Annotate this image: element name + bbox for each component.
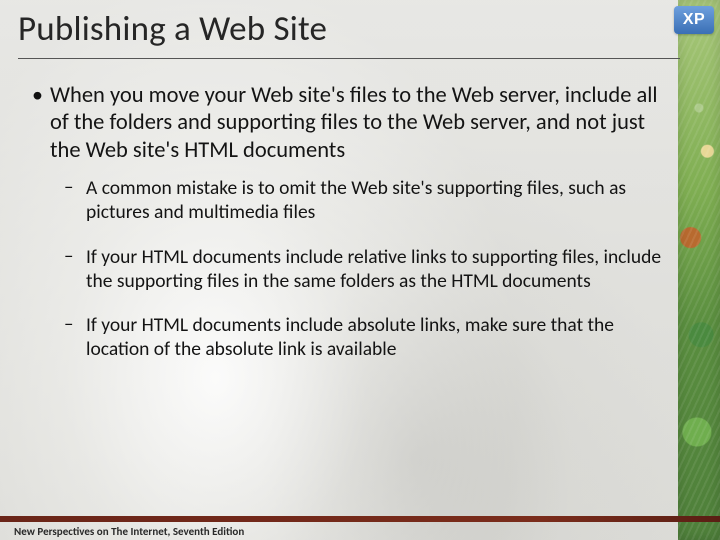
list-item: If your HTML documents include absolute …	[62, 313, 664, 361]
bullet-text: If your HTML documents include relative …	[86, 245, 661, 293]
list-item: A common mistake is to omit the Web site…	[62, 176, 664, 224]
decorative-side-strip	[678, 0, 720, 540]
body-text: When you move your Web site's files to t…	[28, 82, 664, 381]
title-underline	[18, 58, 680, 59]
bullet-text: If your HTML documents include absolute …	[86, 313, 614, 361]
slide: XP Publishing a Web Site When you move y…	[0, 0, 720, 540]
bullet-text: When you move your Web site's files to t…	[50, 82, 658, 164]
xp-badge: XP	[674, 6, 714, 34]
list-item: When you move your Web site's files to t…	[28, 82, 664, 361]
bullet-list-level1: When you move your Web site's files to t…	[28, 82, 664, 361]
footer-bar	[0, 516, 720, 522]
bullet-list-level2: A common mistake is to omit the Web site…	[50, 176, 664, 361]
bullet-text: A common mistake is to omit the Web site…	[86, 176, 626, 224]
title-area: Publishing a Web Site	[18, 8, 678, 59]
slide-title: Publishing a Web Site	[18, 8, 678, 56]
footer-text: New Perspectives on The Internet, Sevent…	[14, 525, 244, 538]
list-item: If your HTML documents include relative …	[62, 245, 664, 293]
